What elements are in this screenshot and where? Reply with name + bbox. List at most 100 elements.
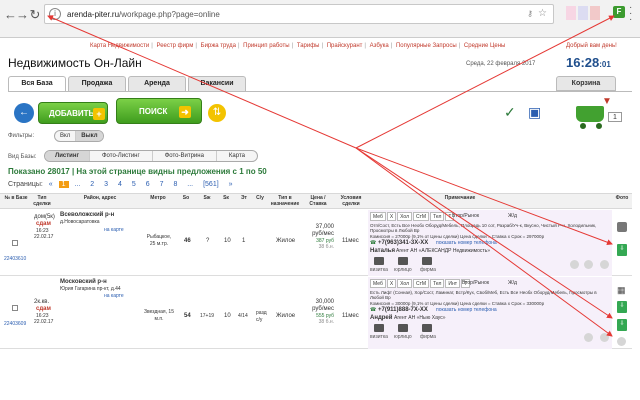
like-icon[interactable] bbox=[584, 333, 593, 342]
row-id[interactable]: 22403610 bbox=[4, 256, 26, 263]
dislike-icon[interactable] bbox=[600, 333, 609, 342]
view-listing[interactable]: Листинг bbox=[45, 151, 90, 161]
tab-all[interactable]: Вся База bbox=[8, 76, 66, 91]
range-to[interactable]: 50 bbox=[258, 167, 267, 176]
dislike-icon[interactable] bbox=[584, 260, 593, 269]
feature-tags: Меб Х Хол СтМ Тел Инт Т bbox=[370, 279, 471, 288]
col-price[interactable]: Цена / Ставка bbox=[302, 195, 334, 207]
add-button[interactable]: ДОБАВИТЬ + bbox=[38, 102, 108, 124]
view-photo-listing[interactable]: Фото-Листинг bbox=[90, 151, 153, 161]
col-photo[interactable]: Фото bbox=[614, 195, 630, 201]
extension-icon[interactable]: F bbox=[613, 6, 625, 18]
nav-item[interactable]: Азбука bbox=[370, 43, 389, 49]
blurred-extension-a bbox=[566, 6, 576, 20]
col-address[interactable]: Район, адрес bbox=[60, 195, 140, 201]
cart-widget[interactable]: ▼ 1 bbox=[572, 96, 632, 130]
business-card-icon[interactable] bbox=[374, 257, 384, 265]
col-metro[interactable]: Метро bbox=[140, 195, 176, 201]
tab-vacancies[interactable]: Вакансии bbox=[188, 76, 246, 91]
tab-basket[interactable]: Корзина bbox=[556, 76, 616, 91]
computer-icon[interactable]: ▣ bbox=[528, 104, 541, 121]
menu-icon[interactable]: · · · bbox=[629, 3, 632, 25]
nav-item[interactable]: Биржа труда bbox=[201, 43, 236, 49]
filter-on[interactable]: Вкл bbox=[55, 131, 77, 141]
row-agency: Агент АН «АЛЕКСАНДР Недвижимость» bbox=[396, 248, 491, 254]
row-checkbox[interactable] bbox=[12, 305, 18, 311]
col-deal[interactable]: Тип сделки bbox=[30, 195, 54, 207]
business-card-label: визитка bbox=[370, 334, 388, 340]
hide-icon[interactable] bbox=[617, 337, 626, 346]
info-icon[interactable]: i bbox=[49, 8, 61, 20]
page-link[interactable]: 2 bbox=[86, 181, 98, 188]
download-icon[interactable]: ⇩ bbox=[617, 319, 627, 331]
row-note-text: Отп/Сост, Есть Все Необх Оборуд/Мебель, … bbox=[370, 223, 597, 233]
page-prev[interactable]: « bbox=[45, 181, 57, 188]
star-icon[interactable]: ☆ bbox=[538, 8, 547, 19]
nav-item[interactable]: Карта Недвижимости bbox=[90, 43, 149, 49]
swap-icon[interactable]: ⇅ bbox=[208, 104, 226, 122]
page-next[interactable]: » bbox=[225, 181, 237, 188]
col-floor[interactable]: Эт bbox=[238, 195, 250, 201]
col-terms[interactable]: Условия сделки bbox=[336, 195, 366, 207]
row-price-extra2: 38 б.н. bbox=[318, 319, 334, 325]
col-purpose[interactable]: Тип в назначение bbox=[270, 195, 300, 207]
show-phone-link[interactable]: показать номер телефона bbox=[436, 307, 497, 314]
page-current[interactable]: 1 bbox=[58, 181, 69, 188]
row-commission: Комиссия = 27000р (9,1% от Цены сделки) … bbox=[370, 234, 545, 239]
back-icon[interactable]: ← bbox=[4, 8, 17, 22]
address-bar[interactable]: i arenda-piter.ru/workpage.php?page=onli… bbox=[44, 4, 554, 24]
page-last[interactable]: [561] bbox=[199, 181, 223, 188]
col-id[interactable]: № в Базе bbox=[4, 195, 28, 201]
key-icon[interactable]: ⚷ bbox=[527, 9, 533, 18]
view-map[interactable]: Карта bbox=[217, 151, 257, 161]
company-icon[interactable] bbox=[422, 324, 432, 332]
like-icon[interactable] bbox=[570, 260, 579, 269]
download-icon[interactable]: ⇩ bbox=[617, 244, 627, 256]
page-link[interactable]: 7 bbox=[156, 181, 168, 188]
page-link[interactable]: 3 bbox=[100, 181, 112, 188]
shown-count[interactable]: 28017 bbox=[47, 167, 69, 176]
nav-item[interactable]: Популярные Запросы bbox=[396, 43, 457, 49]
row-checkbox[interactable] bbox=[12, 240, 18, 246]
col-sk[interactable]: Sк bbox=[220, 195, 232, 201]
checklist-icon[interactable]: ✓ bbox=[504, 104, 516, 121]
col-su[interactable]: С/у bbox=[254, 195, 266, 201]
col-szh[interactable]: Sж bbox=[200, 195, 214, 201]
row-map-link[interactable]: на карте bbox=[104, 293, 124, 300]
page-link[interactable]: 4 bbox=[114, 181, 126, 188]
nav-item[interactable]: Реестр фирм bbox=[156, 43, 193, 49]
tab-divider bbox=[8, 91, 632, 92]
page-link[interactable]: 5 bbox=[128, 181, 140, 188]
row-agency: Агент АН «Ныю Хаус» bbox=[394, 315, 446, 321]
company-icon[interactable] bbox=[422, 257, 432, 265]
range-from[interactable]: 1 bbox=[239, 167, 243, 176]
row-map-link[interactable]: на карте bbox=[104, 227, 124, 234]
download-icon[interactable]: ⇩ bbox=[617, 301, 627, 313]
back-arrow-icon[interactable]: ← bbox=[14, 103, 34, 123]
filter-off[interactable]: Выкл bbox=[76, 131, 103, 141]
welcome-link[interactable]: Добрый вам день! bbox=[566, 43, 617, 49]
row-id[interactable]: 22403609 bbox=[4, 321, 26, 328]
nav-item[interactable]: Тарифы bbox=[297, 43, 320, 49]
nav-item[interactable]: Прайскурант bbox=[327, 43, 363, 49]
view-photo-showcase[interactable]: Фото-Витрина bbox=[153, 151, 217, 161]
search-button[interactable]: ПОИСК ➜ bbox=[116, 98, 202, 124]
nav-item[interactable]: Принцип работы bbox=[243, 43, 289, 49]
page-link[interactable]: 8 bbox=[169, 181, 181, 188]
legal-entity-icon[interactable] bbox=[398, 324, 408, 332]
nav-item[interactable]: Средние Цены bbox=[464, 43, 505, 49]
show-phone-link[interactable]: показать номер телефона bbox=[436, 240, 497, 247]
row-floor: 1 bbox=[242, 238, 246, 244]
tab-sale[interactable]: Продажа bbox=[68, 76, 126, 91]
photo-camera-icon[interactable]: ▦ bbox=[617, 286, 626, 295]
tab-rent[interactable]: Аренда bbox=[128, 76, 186, 91]
listing-table: № в Базе Тип сделки Район, адрес Метро S… bbox=[0, 193, 640, 400]
forward-icon[interactable]: → bbox=[16, 8, 29, 22]
business-card-icon[interactable] bbox=[374, 324, 384, 332]
hide-icon[interactable] bbox=[600, 260, 609, 269]
col-notes[interactable]: Примечание bbox=[420, 195, 500, 201]
col-so[interactable]: So bbox=[180, 195, 192, 201]
legal-entity-icon[interactable] bbox=[398, 257, 408, 265]
page-link[interactable]: 6 bbox=[142, 181, 154, 188]
reload-icon[interactable]: ↻ bbox=[29, 8, 41, 22]
